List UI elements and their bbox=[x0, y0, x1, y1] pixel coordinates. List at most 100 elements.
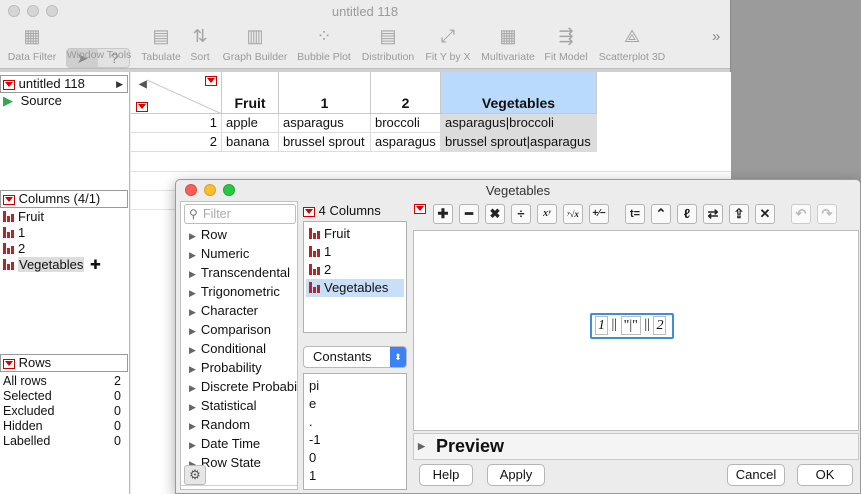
column-item-fruit[interactable]: Fruit bbox=[3, 209, 44, 224]
ok-button[interactable]: OK bbox=[797, 464, 853, 486]
column-item-1[interactable]: 1 bbox=[3, 225, 25, 240]
constant-item[interactable]: 1 bbox=[309, 468, 316, 483]
table-cell[interactable]: apple bbox=[222, 114, 279, 133]
row-number[interactable]: 2 bbox=[131, 133, 222, 152]
columns-list: Fruit 1 2 Vegetables bbox=[303, 221, 407, 333]
row-number[interactable]: 1 bbox=[131, 114, 222, 133]
divide-button[interactable]: ÷ bbox=[511, 204, 531, 224]
peel-button[interactable]: ⌃ bbox=[651, 204, 671, 224]
toolbar-tabulate[interactable]: ▤ Tabulate bbox=[139, 22, 183, 66]
function-group-row[interactable]: Row bbox=[189, 227, 297, 242]
table-cell[interactable]: asparagus bbox=[371, 133, 441, 152]
constant-item[interactable]: pi bbox=[309, 378, 319, 393]
table-cell[interactable]: asparagus|broccoli bbox=[441, 114, 597, 133]
run-script-icon[interactable]: ▶ bbox=[3, 93, 13, 108]
formula-arg-column-1[interactable]: 1 bbox=[595, 315, 608, 335]
constant-item[interactable]: 0 bbox=[309, 450, 316, 465]
red-triangle-menu-icon[interactable] bbox=[3, 194, 15, 205]
local-variable-button[interactable]: ℓ bbox=[677, 204, 697, 224]
root-button[interactable]: ʸ√x bbox=[563, 204, 583, 224]
power-button[interactable]: xʸ bbox=[537, 204, 557, 224]
function-group-transcendental[interactable]: Transcendental bbox=[189, 265, 297, 280]
formula-concat-operator: || bbox=[611, 317, 618, 332]
unthread-button[interactable]: ⇪ bbox=[729, 204, 749, 224]
column-header-1[interactable]: 1 bbox=[279, 72, 371, 114]
nominal-column-icon bbox=[3, 259, 14, 270]
constant-item[interactable]: . bbox=[309, 414, 313, 429]
function-group-numeric[interactable]: Numeric bbox=[189, 246, 297, 261]
toolbar-fit-y-by-x[interactable]: ⤢ Fit Y by X bbox=[422, 22, 474, 66]
red-triangle-menu-icon[interactable] bbox=[3, 79, 15, 90]
assign-button[interactable]: t= bbox=[625, 204, 645, 224]
undo-icon[interactable]: ↶ bbox=[791, 204, 811, 224]
column-item-2[interactable]: 2 bbox=[3, 241, 25, 256]
constant-item[interactable]: -1 bbox=[309, 432, 321, 447]
negate-button[interactable]: +⁄− bbox=[589, 204, 609, 224]
column-header-2[interactable]: 2 bbox=[371, 72, 441, 114]
toolbar-graph-builder[interactable]: ▥ Graph Builder bbox=[220, 22, 290, 66]
column-item-vegetables[interactable]: Vegetables ✚ bbox=[3, 257, 101, 273]
list-item-vegetables[interactable]: Vegetables bbox=[306, 279, 404, 297]
function-group-trigonometric[interactable]: Trigonometric bbox=[189, 284, 297, 299]
delete-button[interactable]: ✕ bbox=[755, 204, 775, 224]
list-item-2[interactable]: 2 bbox=[306, 261, 404, 279]
toolbar-distribution[interactable]: ▤ Distribution bbox=[358, 22, 418, 66]
source-script[interactable]: ▶ Source bbox=[3, 93, 62, 109]
redo-icon[interactable]: ↷ bbox=[817, 204, 837, 224]
table-cell[interactable]: broccoli bbox=[371, 114, 441, 133]
help-button[interactable]: Help bbox=[419, 464, 473, 486]
disclosure-triangle-icon[interactable]: ▶ bbox=[418, 441, 425, 451]
subtract-button[interactable]: ━ bbox=[459, 204, 479, 224]
add-button[interactable]: ✚ bbox=[433, 204, 453, 224]
functions-panel: ⚲ Filter Row Numeric Transcendental Trig… bbox=[180, 201, 298, 490]
columns-panel-header[interactable]: Columns (4/1) bbox=[0, 190, 128, 208]
gear-icon[interactable]: ⚙ bbox=[184, 465, 206, 485]
function-group-probability[interactable]: Probability bbox=[189, 360, 297, 375]
rows-stat-labelled: Labelled 0 bbox=[3, 434, 121, 448]
toolbar-sort[interactable]: ⇅ Sort bbox=[186, 22, 214, 66]
function-group-random[interactable]: Random bbox=[189, 417, 297, 432]
table-cell[interactable]: brussel sprout bbox=[279, 133, 371, 152]
constant-item[interactable]: e bbox=[309, 396, 316, 411]
rows-panel-header[interactable]: Rows bbox=[0, 354, 128, 372]
toolbar-scatterplot-3d[interactable]: ⟁ Scatterplot 3D bbox=[596, 22, 668, 66]
column-header-vegetables[interactable]: Vegetables bbox=[441, 72, 597, 114]
toolbar-multivariate[interactable]: ▦ Multivariate bbox=[478, 22, 538, 66]
toolbar-overflow-icon[interactable]: » bbox=[712, 28, 720, 45]
table-name-header[interactable]: untitled 118 ▶ bbox=[0, 75, 128, 93]
list-item-1[interactable]: 1 bbox=[306, 243, 404, 261]
function-group-discrete-probability[interactable]: Discrete Probability bbox=[189, 379, 297, 394]
table-cell[interactable]: banana bbox=[222, 133, 279, 152]
function-group-character[interactable]: Character bbox=[189, 303, 297, 318]
swap-button[interactable]: ⇄ bbox=[703, 204, 723, 224]
list-item-fruit[interactable]: Fruit bbox=[306, 225, 404, 243]
formula-literal[interactable]: "|" bbox=[620, 315, 641, 335]
function-group-comparison[interactable]: Comparison bbox=[189, 322, 297, 337]
grid-corner[interactable]: ◀ bbox=[131, 72, 222, 114]
function-group-conditional[interactable]: Conditional bbox=[189, 341, 297, 356]
red-triangle-menu-icon[interactable] bbox=[3, 358, 15, 369]
formula-canvas[interactable]: 1 || "|" || 2 bbox=[413, 230, 859, 431]
filter-input[interactable]: ⚲ Filter bbox=[184, 204, 296, 224]
toolbar-fit-model[interactable]: ⇶ Fit Model bbox=[542, 22, 590, 66]
toolbar-data-filter[interactable]: ▦ Data Filter bbox=[6, 22, 58, 66]
toolbar-bubble-plot[interactable]: ⁘ Bubble Plot bbox=[294, 22, 354, 66]
nominal-column-icon bbox=[309, 282, 320, 293]
apply-button[interactable]: Apply bbox=[487, 464, 545, 486]
table-cell[interactable]: asparagus bbox=[279, 114, 371, 133]
columns-list-header[interactable]: 4 Columns bbox=[303, 203, 381, 218]
preview-section[interactable]: ▶ Preview bbox=[413, 433, 859, 460]
formula-expression[interactable]: 1 || "|" || 2 bbox=[590, 313, 674, 339]
column-header-fruit[interactable]: Fruit bbox=[222, 72, 279, 114]
red-triangle-menu-icon[interactable] bbox=[414, 204, 426, 214]
function-group-statistical[interactable]: Statistical bbox=[189, 398, 297, 413]
red-triangle-menu-icon[interactable] bbox=[303, 206, 315, 217]
cancel-button[interactable]: Cancel bbox=[727, 464, 785, 486]
expand-icon[interactable]: ▶ bbox=[116, 76, 123, 92]
constants-select[interactable]: Constants ⬍ bbox=[303, 346, 407, 368]
window-tools-label: Window Tools bbox=[66, 49, 132, 61]
table-cell[interactable]: brussel sprout|asparagus bbox=[441, 133, 597, 152]
function-group-date-time[interactable]: Date Time bbox=[189, 436, 297, 451]
multiply-button[interactable]: ✖ bbox=[485, 204, 505, 224]
formula-arg-column-2[interactable]: 2 bbox=[653, 315, 667, 335]
